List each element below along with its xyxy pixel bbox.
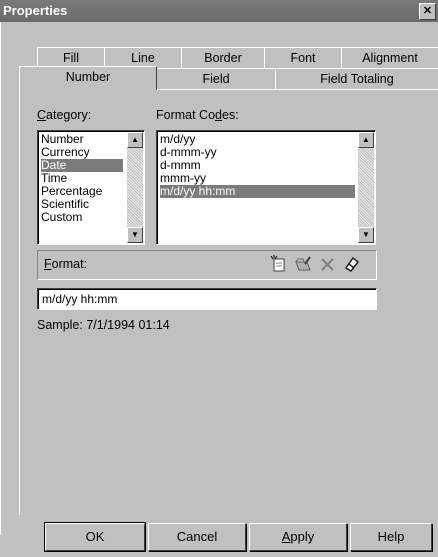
scroll-up-icon[interactable]: ▲: [358, 132, 374, 148]
list-item-selected[interactable]: m/d/yy hh:mm: [160, 185, 355, 198]
sample-text: Sample: 7/1/1994 01:14: [37, 318, 170, 332]
format-toolbar: Format:: [37, 250, 377, 280]
scroll-up-icon[interactable]: ▲: [127, 132, 143, 148]
window-title: Properties: [3, 3, 68, 18]
apply-button[interactable]: Apply: [249, 523, 347, 551]
category-listbox[interactable]: Number Currency Date Time Percentage Sci…: [37, 130, 145, 245]
scroll-down-icon[interactable]: ▼: [358, 227, 374, 243]
tab-field-totaling[interactable]: Field Totaling: [275, 68, 438, 89]
format-label: Format:: [44, 257, 88, 271]
tab-fill[interactable]: Fill: [37, 47, 105, 68]
format-codes-label: Format Codes:: [156, 108, 239, 122]
category-label: Category:: [37, 108, 92, 122]
tab-border[interactable]: Border: [181, 47, 265, 68]
format-input-value: m/d/yy hh:mm: [42, 292, 118, 306]
properties-dialog: Fill Line Border Font Alignment Number F…: [0, 22, 438, 552]
tab-alignment[interactable]: Alignment: [341, 47, 438, 68]
tab-line[interactable]: Line: [104, 47, 182, 68]
format-input[interactable]: m/d/yy hh:mm: [37, 288, 377, 310]
category-scrollbar[interactable]: ▲ ▼: [127, 132, 143, 243]
format-codes-scrollbar[interactable]: ▲ ▼: [358, 132, 374, 243]
edit-format-icon[interactable]: [293, 254, 313, 274]
ok-button[interactable]: OK: [44, 522, 146, 552]
delete-format-icon[interactable]: [318, 254, 338, 274]
help-button[interactable]: Help: [350, 523, 432, 551]
scroll-down-icon[interactable]: ▼: [127, 227, 143, 243]
list-item[interactable]: Custom: [41, 211, 82, 224]
close-icon[interactable]: ✕: [419, 3, 436, 20]
cancel-button[interactable]: Cancel: [148, 523, 246, 551]
tab-font[interactable]: Font: [264, 47, 342, 68]
tab-number[interactable]: Number: [19, 66, 157, 90]
tab-field[interactable]: Field: [156, 68, 276, 89]
title-bar: Properties ✕: [0, 0, 438, 22]
add-format-icon[interactable]: [268, 254, 288, 274]
format-codes-listbox[interactable]: m/d/yy d-mmm-yy d-mmm mmm-yy m/d/yy hh:m…: [156, 130, 376, 245]
button-row: OK Cancel Apply Help: [1, 514, 437, 557]
clear-format-icon[interactable]: [342, 254, 362, 274]
